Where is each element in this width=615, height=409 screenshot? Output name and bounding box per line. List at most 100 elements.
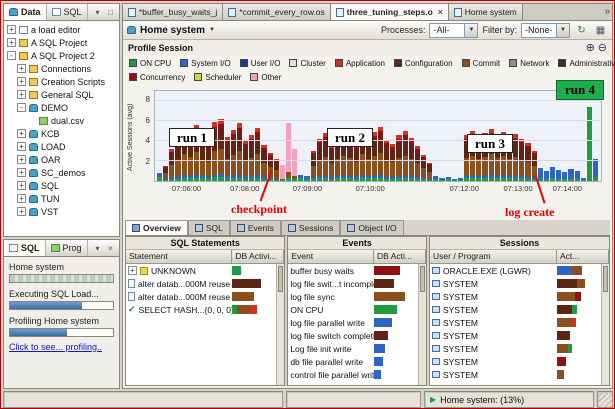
row-expander-icon[interactable]: + xyxy=(128,266,137,275)
table-row[interactable]: ON CPU xyxy=(288,303,426,316)
tree-expander-icon[interactable]: + xyxy=(17,168,26,177)
tree-expander-icon[interactable]: + xyxy=(17,181,26,190)
chart-bar[interactable] xyxy=(556,170,562,181)
scrollbar[interactable] xyxy=(276,264,285,385)
column-header[interactable]: Statement xyxy=(126,250,233,263)
tree-item[interactable]: + Creation Scripts xyxy=(4,75,119,88)
editor-tab[interactable]: *commit_every_row.os xyxy=(223,4,331,20)
table-row[interactable]: db file parallel write xyxy=(288,355,426,368)
tab-sql[interactable]: SQL xyxy=(187,220,230,235)
table-row[interactable]: SYSTEM xyxy=(430,316,609,329)
tree-item[interactable]: - A SQL Project 2 xyxy=(4,49,119,62)
chart-bar[interactable] xyxy=(163,165,169,181)
chart-bar[interactable] xyxy=(353,142,359,181)
table-row[interactable]: log file parallel write xyxy=(288,316,426,329)
table-row[interactable]: control file parallel write xyxy=(288,368,426,381)
tree-item[interactable]: + General SQL xyxy=(4,88,119,101)
tree-expander-icon[interactable]: + xyxy=(17,142,26,151)
tree-expander-icon[interactable]: + xyxy=(7,25,16,34)
tree-item[interactable]: + SC_demos xyxy=(4,166,119,179)
chart-bar[interactable] xyxy=(445,177,451,181)
close-icon[interactable]: × xyxy=(438,7,443,17)
tab-sql-results[interactable]: SQL xyxy=(4,240,46,256)
maximize-icon[interactable]: □ xyxy=(105,7,116,18)
chart-bar[interactable] xyxy=(249,134,255,181)
tree-item[interactable]: + VST xyxy=(4,205,119,218)
tab-objectio[interactable]: Object I/O xyxy=(340,220,404,235)
scrollbar[interactable] xyxy=(601,264,609,385)
minimize-icon[interactable]: ▾ xyxy=(92,7,103,18)
session-dropdown-icon[interactable]: ▼ xyxy=(209,27,215,33)
chart-bar[interactable] xyxy=(279,165,285,181)
chart-bar[interactable] xyxy=(328,145,335,181)
processes-select[interactable]: -All- ▼ xyxy=(429,22,479,38)
chart-bar[interactable] xyxy=(439,178,445,181)
chart-bar[interactable] xyxy=(261,145,267,181)
tree-item[interactable]: + SQL xyxy=(4,179,119,192)
table-row[interactable]: log file sync xyxy=(288,290,426,303)
chart-bar[interactable] xyxy=(218,119,224,181)
chart-bar[interactable] xyxy=(169,149,175,181)
column-header[interactable]: DB Activi... xyxy=(232,250,285,263)
tree-item[interactable]: + KCB xyxy=(4,127,119,140)
chart-bar[interactable] xyxy=(414,146,421,181)
tree-expander-icon[interactable]: + xyxy=(7,38,16,47)
table-row[interactable]: SYSTEM xyxy=(430,329,609,342)
chart-bar[interactable] xyxy=(292,149,298,181)
snapshot-icon[interactable]: ▦ xyxy=(593,23,608,38)
refresh-icon[interactable]: ↻ xyxy=(574,23,589,38)
chart-bar[interactable] xyxy=(550,167,556,181)
chart-bar[interactable] xyxy=(273,159,279,181)
tab-overview[interactable]: Overview xyxy=(125,220,188,235)
chart-bar[interactable] xyxy=(586,107,592,181)
chart-bar[interactable] xyxy=(543,171,549,181)
tab-overflow-icon[interactable]: » xyxy=(604,6,610,17)
table-row[interactable]: log file swit...t incomplete) xyxy=(288,277,426,290)
table-row[interactable]: SYSTEM xyxy=(430,355,609,368)
tree-expander-icon[interactable]: + xyxy=(17,194,26,203)
chart-bar[interactable] xyxy=(230,130,236,181)
tree-item[interactable]: + A SQL Project xyxy=(4,36,119,49)
tree-item[interactable]: dual.csv xyxy=(4,114,119,127)
tree-item[interactable]: + TUN xyxy=(4,192,119,205)
chart-bar[interactable] xyxy=(433,176,439,181)
chart-bar[interactable] xyxy=(157,173,163,181)
table-row[interactable]: ✓ SELECT HASH...{0, 0, 0} xyxy=(126,303,284,316)
column-header[interactable]: Event xyxy=(288,250,375,263)
profile-chart[interactable]: Active Sessions (avg) 8 6 4 2 07:06:00 07:08… xyxy=(127,88,606,220)
scrollbar-thumb[interactable] xyxy=(278,266,284,292)
tab-sessions[interactable]: Sessions xyxy=(280,220,341,235)
chart-bar[interactable] xyxy=(396,134,402,181)
chart-bar[interactable] xyxy=(236,122,242,181)
tree-item[interactable]: + Connections xyxy=(4,62,119,75)
tree-expander-icon[interactable]: + xyxy=(17,207,26,216)
chart-plot-area[interactable] xyxy=(154,90,602,182)
profiling-details-link[interactable]: Click to see... profiling.. xyxy=(9,342,114,352)
chart-bar[interactable] xyxy=(402,131,408,181)
chart-bar[interactable] xyxy=(574,171,580,181)
chart-bar[interactable] xyxy=(206,142,212,181)
tab-prog[interactable]: Prog xyxy=(46,240,88,256)
chart-bar[interactable] xyxy=(390,144,396,181)
column-header[interactable]: User / Program xyxy=(430,250,557,263)
chart-bar[interactable] xyxy=(378,127,384,181)
chart-bar[interactable] xyxy=(421,155,427,181)
table-row[interactable]: + UNKNOWN xyxy=(126,264,284,277)
filter-select[interactable]: -None- ▼ xyxy=(521,22,570,38)
chart-bar[interactable] xyxy=(285,123,292,181)
column-header[interactable]: DB Acti... xyxy=(374,250,427,263)
chart-bar[interactable] xyxy=(592,159,599,181)
chart-bar[interactable] xyxy=(451,179,457,181)
table-row[interactable]: SYSTEM xyxy=(430,368,609,381)
tree-expander-icon[interactable]: + xyxy=(17,90,26,99)
table-row[interactable]: buffer busy waits xyxy=(288,264,426,277)
tree-expander-icon[interactable]: + xyxy=(17,77,26,86)
table-row[interactable]: log file switch completion xyxy=(288,329,426,342)
chart-bar[interactable] xyxy=(224,137,230,181)
column-header[interactable]: Act... xyxy=(557,250,609,263)
chart-bar[interactable] xyxy=(537,168,543,181)
chart-bar[interactable] xyxy=(580,178,586,181)
tree-item[interactable]: - DEMO xyxy=(4,101,119,114)
chart-bar[interactable] xyxy=(568,169,574,181)
chart-bar[interactable] xyxy=(304,176,310,181)
